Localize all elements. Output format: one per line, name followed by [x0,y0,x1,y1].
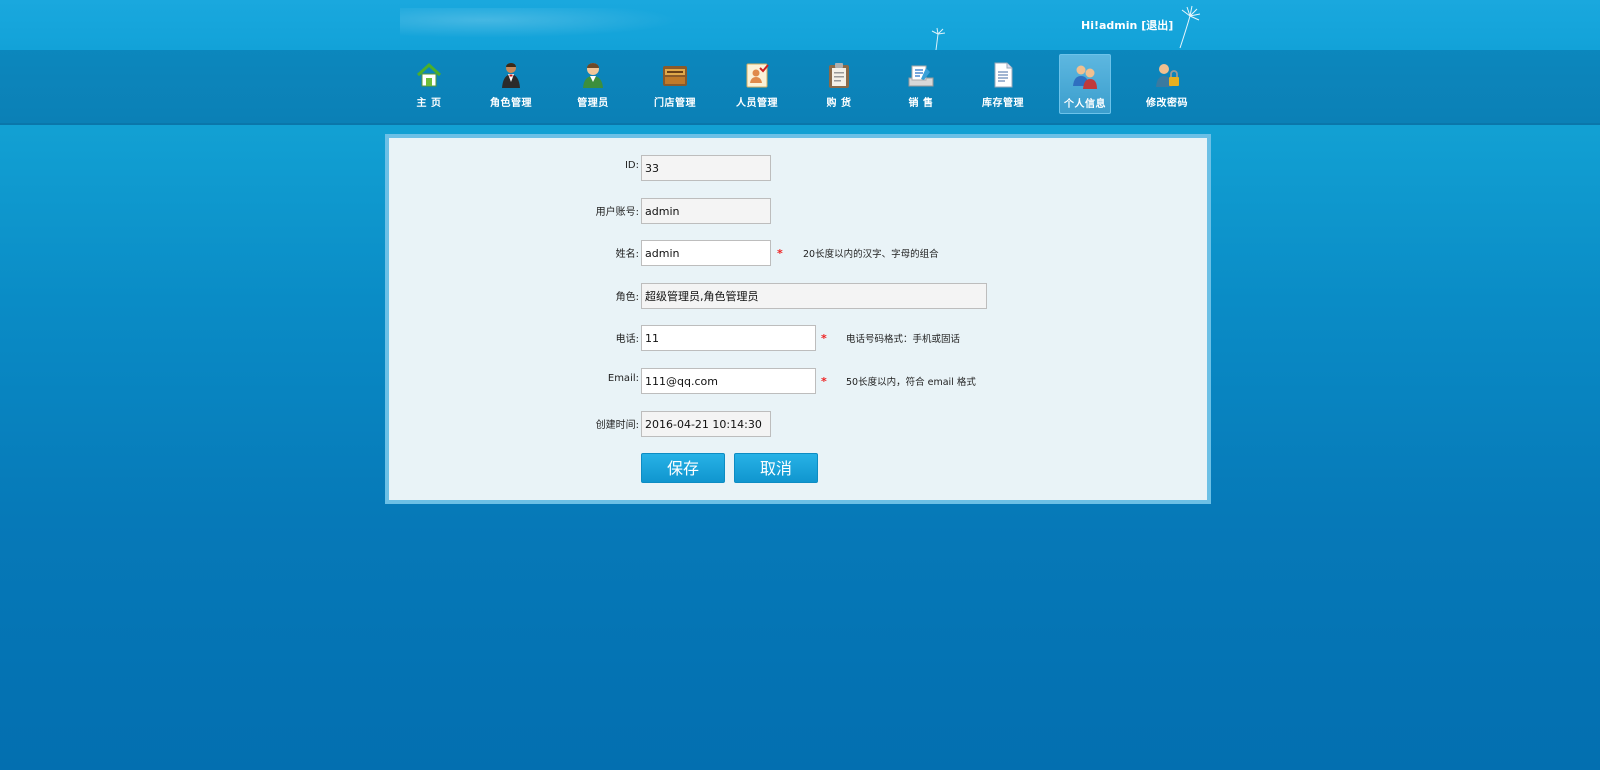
top-banner: Hi!admin [退出] [0,0,1600,50]
user-group-icon [1073,65,1097,89]
greeting-text: Hi! [1081,19,1099,32]
email-label: Email: [607,373,639,384]
save-button[interactable]: 保存 [641,453,725,483]
nav-label-sales: 销 售 [908,98,934,109]
personal-info-form: ID: 用户账号: 姓名: * 20长度以内的汉字、字母的组合 角色: 电话: … [385,134,1211,504]
role-label: 角色: [615,292,639,303]
nav-label-role-management: 角色管理 [490,98,532,109]
name-hint: 20长度以内的汉字、字母的组合 [803,249,939,260]
store-icon [663,66,687,86]
nav-item-home[interactable]: 主 页 [388,54,470,114]
email-hint: 50长度以内，符合 email 格式 [846,377,976,388]
inventory-icon [994,62,1013,88]
home-icon [416,62,442,87]
nav-item-administrator[interactable]: 管理员 [552,54,634,114]
name-label: 姓名: [615,249,639,260]
cancel-button[interactable]: 取消 [734,453,818,483]
nav-label-inventory-management: 库存管理 [982,98,1024,109]
nav-item-purchase[interactable]: 购 货 [798,54,880,114]
form-row-email: Email: * 50长度以内，符合 email 格式 [389,368,1207,396]
form-row-name: 姓名: * 20长度以内的汉字、字母的组合 [389,240,1207,268]
form-row-id: ID: [389,155,1207,183]
created-time-label: 创建时间: [595,420,639,431]
nav-label-home: 主 页 [416,98,442,109]
phone-required-marker: * [821,332,827,345]
form-row-created-time: 创建时间: [389,411,1207,439]
nav-item-store-management[interactable]: 门店管理 [634,54,716,114]
email-field[interactable] [641,368,816,394]
nav-label-personal-info: 个人信息 [1064,99,1106,110]
user-greeting: Hi!admin [退出] [1081,17,1173,33]
form-row-account: 用户账号: [389,198,1207,226]
id-field[interactable] [641,155,771,181]
role-field[interactable] [641,283,987,309]
phone-label: 电话: [615,334,639,345]
nav-label-store-management: 门店管理 [654,98,696,109]
nav-item-staff-management[interactable]: 人员管理 [716,54,798,114]
banner-decoration [400,8,680,38]
user-lock-icon [1156,64,1179,87]
nav-item-sales[interactable]: 销 售 [880,54,962,114]
sales-icon [908,65,934,87]
nav-item-personal-info[interactable]: 个人信息 [1059,54,1111,114]
dandelion-small-decoration-icon [931,27,946,50]
nav-item-role-management[interactable]: 角色管理 [470,54,552,114]
staff-icon [746,63,769,88]
nav-label-change-password: 修改密码 [1146,98,1188,109]
logout-link[interactable]: [退出] [1141,19,1173,32]
nav-label-staff-management: 人员管理 [736,98,778,109]
account-field[interactable] [641,198,771,224]
purchase-icon [829,63,849,88]
name-required-marker: * [777,247,783,260]
form-row-phone: 电话: * 电话号码格式：手机或固话 [389,325,1207,353]
account-label: 用户账号: [595,207,639,218]
nav-label-purchase: 购 货 [826,98,852,109]
phone-hint: 电话号码格式：手机或固话 [846,334,961,345]
email-required-marker: * [821,375,827,388]
phone-field[interactable] [641,325,816,351]
id-label: ID: [624,160,639,171]
name-field[interactable] [641,240,771,266]
main-nav: 主 页 角色管理 管理员 门店管理 人员管理 购 货 销 售 库存管理 个人信息… [0,50,1600,125]
form-actions: 保存 取消 [389,453,1207,485]
nav-label-administrator: 管理员 [577,98,609,109]
nav-item-inventory-management[interactable]: 库存管理 [962,54,1044,114]
created-time-field[interactable] [641,411,771,437]
nav-item-change-password[interactable]: 修改密码 [1126,54,1208,114]
person-icon [583,63,603,88]
username-text: admin [1099,19,1138,32]
waiter-icon [502,63,520,88]
form-row-role: 角色: [389,283,1207,311]
